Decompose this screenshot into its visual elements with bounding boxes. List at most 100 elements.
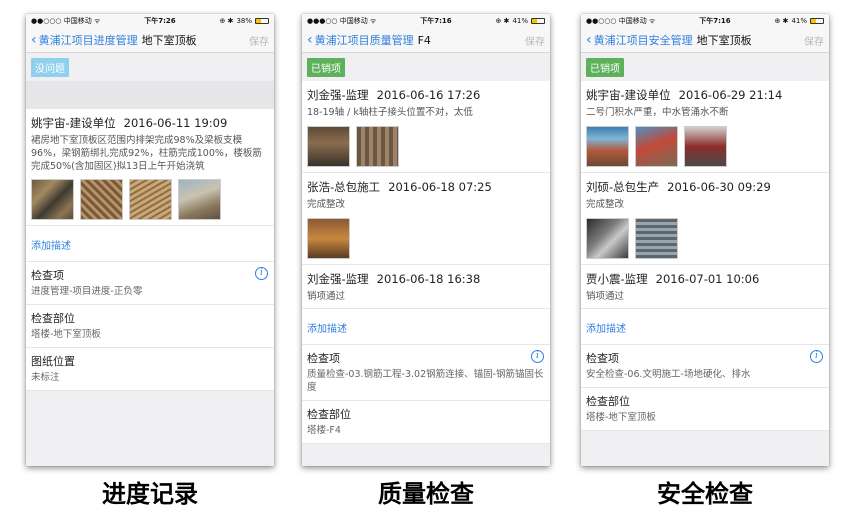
battery-percent: 41% [512,17,528,25]
nav-bar: ‹ 黄浦江项目进度管理 地下室顶板 保存 [26,28,274,53]
record-card: 张浩-总包施工 2016-06-18 07:25 完成整改 [302,172,550,265]
photo-thumbnail[interactable] [307,217,350,259]
record-header: 刘金强-监理 2016-06-18 16:38 [307,271,545,287]
page-title: 地下室顶板 [141,34,197,47]
record-time: 2016-06-18 16:38 [376,271,481,286]
caption-safety: 安全检查 [657,480,753,508]
back-button[interactable]: ‹ 黄浦江项目安全管理 地下室顶板 [586,32,752,48]
add-description-link[interactable]: 添加描述 [586,324,626,335]
phone-quality-check: ●●●○○ 中国移动 ᯤ 下午7:16 ⊕ ✱ 41% ‹ 黄浦江项目质量管理 … [302,14,550,466]
clock-label: 下午7:16 [420,17,452,25]
field-value: 塔楼-地下室顶板 [586,412,656,424]
record-header: 张浩-总包施工 2016-06-18 07:25 [307,179,545,195]
location-bluetooth-icon: ⊕ ✱ [219,17,234,25]
carrier-label: ●●●○○ 中国移动 ᯤ [307,17,377,25]
status-bar: ●●○○○ 中国移动 ᯤ 下午7:16 ⊕ ✱ 41% [581,14,829,28]
back-label: 黄浦江项目质量管理 [314,34,414,47]
record-author: 姚宇宙-建设单位 [31,116,116,130]
field-check-location[interactable]: 检查部位 塔楼-F4 [302,401,550,444]
record-time: 2016-06-30 09:29 [667,179,771,194]
field-check-location[interactable]: 检查部位 塔楼-地下室顶板 [26,305,274,349]
record-author: 刘金强-监理 [307,271,369,286]
battery-icon [255,18,269,24]
page-title: F4 [417,33,431,47]
save-button[interactable]: 保存 [249,33,269,48]
field-check-item[interactable]: 检查项 安全检查-06.文明施工-场地硬化、排水 i [581,345,829,389]
status-badge: 已销项 [586,58,624,77]
photo-thumbnail[interactable] [129,179,172,221]
photo-thumbnail[interactable] [80,179,123,221]
field-value: 进度管理-项目进度-正负零 [31,286,143,298]
record-author: 姚宇宙-建设单位 [586,88,671,102]
photo-thumbnail[interactable] [31,179,74,221]
add-description-row: 添加描述 [581,309,829,346]
battery-icon [531,18,545,24]
battery-percent: 38% [236,17,252,25]
status-row: 已销项 [581,53,829,81]
record-author: 张浩-总包施工 [307,179,381,194]
status-icons: ⊕ ✱ 38% [219,17,269,25]
phone-safety-check: ●●○○○ 中国移动 ᯤ 下午7:16 ⊕ ✱ 41% ‹ 黄浦江项目安全管理 … [581,14,829,466]
caption-quality: 质量检查 [378,480,474,508]
photo-thumbnail[interactable] [635,217,678,259]
field-check-item[interactable]: 检查项 质量检查-03.钢筋工程-3.02钢筋连接、锚固-钢筋锚固长度 i [302,345,550,402]
record-text: 销项通过 [307,290,346,302]
battery-percent: 41% [791,17,807,25]
back-label: 黄浦江项目安全管理 [593,34,693,47]
photo-thumbnail[interactable] [684,125,727,167]
field-label: 检查部位 [586,395,630,409]
chevron-left-icon: ‹ [31,32,37,48]
add-description-link[interactable]: 添加描述 [31,241,71,252]
field-label: 检查项 [586,352,619,366]
photo-strip [586,125,824,167]
record-time: 2016-06-16 17:26 [376,88,481,102]
phone-progress-record: ●●○○○ 中国移动 ᯤ 下午7:26 ⊕ ✱ 38% ‹ 黄浦江项目进度管理 … [26,14,274,466]
save-button[interactable]: 保存 [804,33,824,48]
page-title: 地下室顶板 [696,34,752,47]
record-time: 2016-06-11 19:09 [123,116,228,130]
carrier-label: ●●○○○ 中国移动 ᯤ [31,17,101,25]
save-button[interactable]: 保存 [525,33,545,48]
back-button[interactable]: ‹ 黄浦江项目质量管理 F4 [307,32,431,48]
record-author: 贾小震-监理 [586,271,648,286]
record-text: 完成整改 [586,198,625,210]
field-drawing-position[interactable]: 图纸位置 未标注 [26,348,274,391]
field-label: 检查部位 [307,408,351,422]
field-value: 未标注 [31,372,60,384]
photo-thumbnail[interactable] [586,217,629,259]
record-text: 18-19轴 / k轴柱子接头位置不对，太低 [307,107,473,118]
field-label: 检查项 [307,352,340,366]
field-check-item[interactable]: 检查项 进度管理-项目进度-正负零 i [26,262,274,306]
field-check-location[interactable]: 检查部位 塔楼-地下室顶板 [581,388,829,432]
record-header: 刘硕-总包生产 2016-06-30 09:29 [586,179,824,195]
record-header: 贾小震-监理 2016-07-01 10:06 [586,271,824,287]
clock-label: 下午7:26 [144,17,176,25]
status-row: 已销项 [302,53,550,81]
record-author: 刘金强-监理 [307,88,369,102]
record-card: 姚宇宙-建设单位 2016-06-29 21:14 二号门积水严重，中水管涌水不断 [581,81,829,173]
location-bluetooth-icon: ⊕ ✱ [774,17,789,25]
photo-strip [586,217,824,259]
photo-thumbnail[interactable] [635,125,678,167]
photo-strip [31,179,269,221]
photo-thumbnail[interactable] [178,179,221,221]
record-text: 销项通过 [586,290,625,302]
back-button[interactable]: ‹ 黄浦江项目进度管理 地下室顶板 [31,32,197,48]
photo-thumbnail[interactable] [307,125,350,167]
field-label: 检查部位 [31,312,75,326]
status-icons: ⊕ ✱ 41% [774,17,824,25]
add-description-row: 添加描述 [302,309,550,346]
field-value: 塔楼-F4 [307,425,341,437]
photo-strip [307,217,545,259]
photo-thumbnail[interactable] [356,125,399,167]
record-author: 刘硕-总包生产 [586,179,660,194]
add-description-row: 添加描述 [26,226,274,263]
chevron-left-icon: ‹ [307,32,313,48]
add-description-link[interactable]: 添加描述 [307,324,347,335]
status-row: 没问题 [26,53,274,81]
field-value: 质量检查-03.钢筋工程-3.02钢筋连接、锚固-钢筋锚固长度 [307,369,544,394]
field-label: 检查项 [31,269,64,283]
field-value: 塔楼-地下室顶板 [31,329,101,341]
photo-thumbnail[interactable] [586,125,629,167]
battery-icon [810,18,824,24]
